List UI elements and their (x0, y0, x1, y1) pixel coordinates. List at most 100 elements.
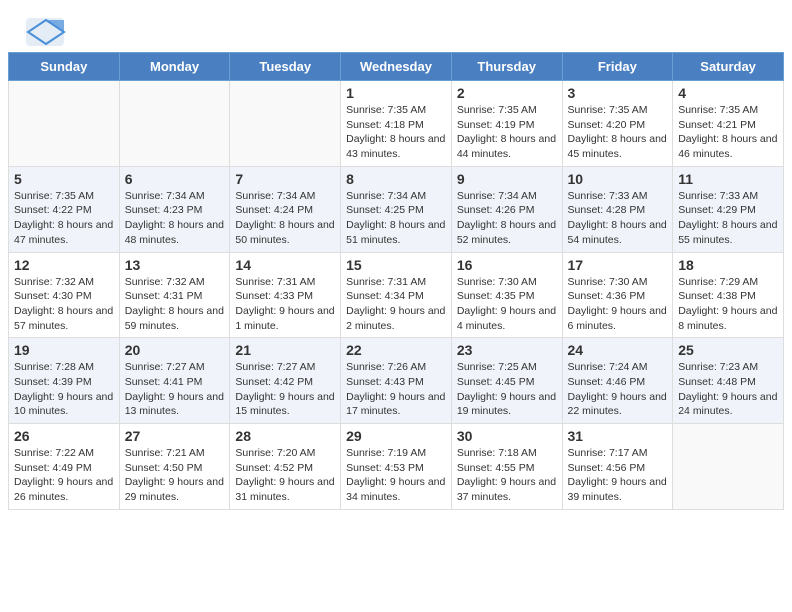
day-number: 23 (457, 342, 557, 358)
calendar-cell: 3Sunrise: 7:35 AM Sunset: 4:20 PM Daylig… (562, 81, 673, 167)
day-info: Sunrise: 7:26 AM Sunset: 4:43 PM Dayligh… (346, 360, 446, 419)
day-info: Sunrise: 7:35 AM Sunset: 4:18 PM Dayligh… (346, 103, 446, 162)
calendar-cell: 24 Sunrise: 7:24 AM Sunset: 4:46 PM Dayli… (562, 338, 673, 424)
day-info: Sunrise: 7:32 AM Sunset: 4:31 PM Dayligh… (125, 275, 225, 334)
day-number: 15 (346, 257, 446, 273)
day-number: 26 (14, 428, 114, 444)
day-number: 29 (346, 428, 446, 444)
day-info: Sunrise: 7:35 AM Sunset: 4:22 PM Dayligh… (14, 189, 114, 248)
day-info: Sunrise: 7:34 AM Sunset: 4:25 PM Dayligh… (346, 189, 446, 248)
day-number: 1 (346, 85, 446, 101)
day-info: Sunrise: 7:33 AM Sunset: 4:28 PM Dayligh… (568, 189, 668, 248)
calendar-cell: 9 Sunrise: 7:34 AM Sunset: 4:26 PM Daylig… (451, 166, 562, 252)
day-info: Sunrise: 7:35 AM Sunset: 4:20 PM Dayligh… (568, 103, 668, 162)
calendar-cell: 29 Sunrise: 7:19 AM Sunset: 4:53 PM Dayli… (341, 424, 452, 510)
calendar-cell: 16Sunrise: 7:30 AM Sunset: 4:35 PM Dayli… (451, 252, 562, 338)
calendar-cell: 15 Sunrise: 7:31 AM Sunset: 4:34 PM Dayli… (341, 252, 452, 338)
calendar-cell (119, 81, 230, 167)
day-info: Sunrise: 7:30 AM Sunset: 4:36 PM Dayligh… (568, 275, 668, 334)
calendar-cell: 22 Sunrise: 7:26 AM Sunset: 4:43 PM Dayli… (341, 338, 452, 424)
day-info: Sunrise: 7:31 AM Sunset: 4:34 PM Dayligh… (346, 275, 446, 334)
calendar-cell: 28 Sunrise: 7:20 AM Sunset: 4:52 PM Dayli… (230, 424, 341, 510)
day-number: 25 (678, 342, 778, 358)
day-number: 9 (457, 171, 557, 187)
day-info: Sunrise: 7:32 AM Sunset: 4:30 PM Dayligh… (14, 275, 114, 334)
calendar-cell: 23Sunrise: 7:25 AM Sunset: 4:45 PM Dayli… (451, 338, 562, 424)
weekday-header-thursday: Thursday (451, 53, 562, 81)
day-info: Sunrise: 7:21 AM Sunset: 4:50 PM Dayligh… (125, 446, 225, 505)
day-number: 16 (457, 257, 557, 273)
day-number: 30 (457, 428, 557, 444)
calendar-cell: 17 Sunrise: 7:30 AM Sunset: 4:36 PM Dayli… (562, 252, 673, 338)
day-number: 10 (568, 171, 668, 187)
day-number: 17 (568, 257, 668, 273)
day-info: Sunrise: 7:35 AM Sunset: 4:21 PM Dayligh… (678, 103, 778, 162)
calendar-cell: 31 Sunrise: 7:17 AM Sunset: 4:56 PM Dayli… (562, 424, 673, 510)
day-number: 28 (235, 428, 335, 444)
weekday-header-wednesday: Wednesday (341, 53, 452, 81)
calendar-wrapper: SundayMondayTuesdayWednesdayThursdayFrid… (0, 52, 792, 518)
day-number: 6 (125, 171, 225, 187)
day-info: Sunrise: 7:28 AM Sunset: 4:39 PM Dayligh… (14, 360, 114, 419)
weekday-header-friday: Friday (562, 53, 673, 81)
calendar-cell: 7 Sunrise: 7:34 AM Sunset: 4:24 PM Daylig… (230, 166, 341, 252)
calendar-cell: 21Sunrise: 7:27 AM Sunset: 4:42 PM Dayli… (230, 338, 341, 424)
calendar-cell: 1 Sunrise: 7:35 AM Sunset: 4:18 PM Daylig… (341, 81, 452, 167)
day-number: 18 (678, 257, 778, 273)
day-info: Sunrise: 7:29 AM Sunset: 4:38 PM Dayligh… (678, 275, 778, 334)
day-info: Sunrise: 7:22 AM Sunset: 4:49 PM Dayligh… (14, 446, 114, 505)
day-info: Sunrise: 7:17 AM Sunset: 4:56 PM Dayligh… (568, 446, 668, 505)
day-info: Sunrise: 7:23 AM Sunset: 4:48 PM Dayligh… (678, 360, 778, 419)
calendar-cell: 13 Sunrise: 7:32 AM Sunset: 4:31 PM Dayli… (119, 252, 230, 338)
calendar-cell (9, 81, 120, 167)
day-info: Sunrise: 7:18 AM Sunset: 4:55 PM Dayligh… (457, 446, 557, 505)
calendar-cell: 14 Sunrise: 7:31 AM Sunset: 4:33 PM Dayli… (230, 252, 341, 338)
day-number: 20 (125, 342, 225, 358)
calendar-cell: 20Sunrise: 7:27 AM Sunset: 4:41 PM Dayli… (119, 338, 230, 424)
calendar-cell: 26 Sunrise: 7:22 AM Sunset: 4:49 PM Dayli… (9, 424, 120, 510)
calendar-cell: 18 Sunrise: 7:29 AM Sunset: 4:38 PM Dayli… (673, 252, 784, 338)
calendar-table: SundayMondayTuesdayWednesdayThursdayFrid… (8, 52, 784, 510)
day-number: 27 (125, 428, 225, 444)
day-number: 8 (346, 171, 446, 187)
weekday-header-saturday: Saturday (673, 53, 784, 81)
calendar-cell: 6 Sunrise: 7:34 AM Sunset: 4:23 PM Daylig… (119, 166, 230, 252)
day-info: Sunrise: 7:34 AM Sunset: 4:26 PM Dayligh… (457, 189, 557, 248)
day-number: 22 (346, 342, 446, 358)
calendar-cell: 4 Sunrise: 7:35 AM Sunset: 4:21 PM Daylig… (673, 81, 784, 167)
day-number: 31 (568, 428, 668, 444)
logo-icon (24, 16, 64, 44)
day-number: 4 (678, 85, 778, 101)
day-info: Sunrise: 7:35 AM Sunset: 4:19 PM Dayligh… (457, 103, 557, 162)
day-info: Sunrise: 7:34 AM Sunset: 4:24 PM Dayligh… (235, 189, 335, 248)
day-info: Sunrise: 7:34 AM Sunset: 4:23 PM Dayligh… (125, 189, 225, 248)
page-header (0, 0, 792, 52)
weekday-header-sunday: Sunday (9, 53, 120, 81)
calendar-cell (673, 424, 784, 510)
calendar-cell: 25 Sunrise: 7:23 AM Sunset: 4:48 PM Dayli… (673, 338, 784, 424)
day-info: Sunrise: 7:27 AM Sunset: 4:42 PM Dayligh… (235, 360, 335, 419)
weekday-header-monday: Monday (119, 53, 230, 81)
day-number: 24 (568, 342, 668, 358)
calendar-cell: 27 Sunrise: 7:21 AM Sunset: 4:50 PM Dayli… (119, 424, 230, 510)
day-number: 14 (235, 257, 335, 273)
day-info: Sunrise: 7:24 AM Sunset: 4:46 PM Dayligh… (568, 360, 668, 419)
day-number: 11 (678, 171, 778, 187)
calendar-cell: 8 Sunrise: 7:34 AM Sunset: 4:25 PM Daylig… (341, 166, 452, 252)
day-number: 12 (14, 257, 114, 273)
day-number: 7 (235, 171, 335, 187)
day-info: Sunrise: 7:20 AM Sunset: 4:52 PM Dayligh… (235, 446, 335, 505)
day-info: Sunrise: 7:19 AM Sunset: 4:53 PM Dayligh… (346, 446, 446, 505)
calendar-cell: 2 Sunrise: 7:35 AM Sunset: 4:19 PM Daylig… (451, 81, 562, 167)
day-number: 5 (14, 171, 114, 187)
calendar-cell: 5 Sunrise: 7:35 AM Sunset: 4:22 PM Daylig… (9, 166, 120, 252)
day-number: 13 (125, 257, 225, 273)
calendar-cell: 11 Sunrise: 7:33 AM Sunset: 4:29 PM Dayli… (673, 166, 784, 252)
weekday-header-tuesday: Tuesday (230, 53, 341, 81)
calendar-cell: 12 Sunrise: 7:32 AM Sunset: 4:30 PM Dayli… (9, 252, 120, 338)
calendar-cell (230, 81, 341, 167)
day-info: Sunrise: 7:33 AM Sunset: 4:29 PM Dayligh… (678, 189, 778, 248)
day-info: Sunrise: 7:31 AM Sunset: 4:33 PM Dayligh… (235, 275, 335, 334)
day-number: 2 (457, 85, 557, 101)
calendar-cell: 30 Sunrise: 7:18 AM Sunset: 4:55 PM Dayli… (451, 424, 562, 510)
